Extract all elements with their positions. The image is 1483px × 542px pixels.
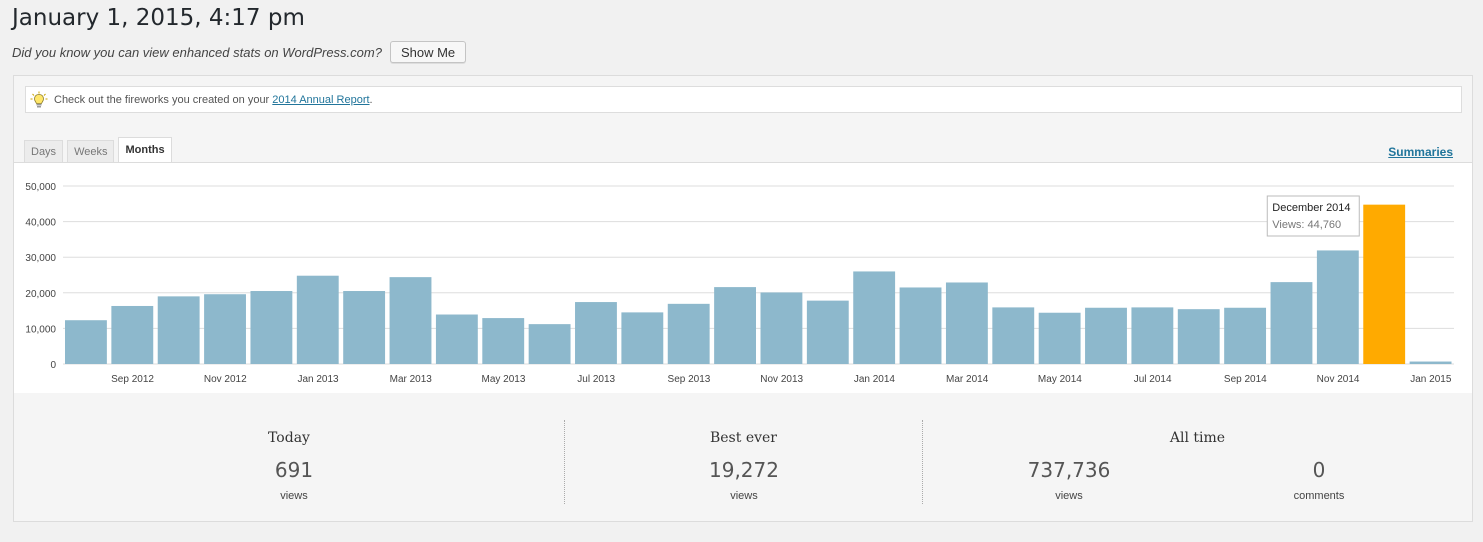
stat-best-ever-label: Best ever [709,430,777,446]
chart-bar [760,292,803,364]
stat-all-time: All time 737,736 views 0 comments [923,420,1472,504]
chart-bar [1316,250,1359,364]
tooltip-title: December 2014 [1272,202,1350,214]
y-tick-label: 50,000 [25,182,56,193]
stat-today-value: 691 [274,458,314,482]
stat-all-time-views-value: 737,736 [1027,458,1111,482]
chart-bar [528,324,571,364]
stat-all-time-label: All time [1169,430,1226,446]
chart-bar [621,312,664,364]
x-tick-label: Nov 2012 [204,374,247,385]
chart-bar [1409,361,1452,364]
x-tick-label: Jan 2013 [297,374,339,385]
x-tick-label: May 2014 [1038,374,1082,385]
x-tick-label: Jan 2015 [1410,374,1452,385]
chart-bar [667,303,710,364]
stat-best-ever-unit: views [730,490,758,502]
x-tick-label: May 2013 [482,374,526,385]
x-tick-label: Nov 2014 [1317,374,1360,385]
chart-bar [204,294,246,364]
stat-best-ever-value: 19,272 [709,458,779,482]
tooltip-value: Views: 44,760 [1272,219,1341,231]
chart-bar [992,307,1035,364]
x-tick-label: Jul 2014 [1134,374,1172,385]
lightbulb-icon [30,91,48,107]
x-tick-label: Mar 2014 [946,374,989,385]
stat-all-time-comments-cell: 0 comments [1219,458,1419,502]
stat-best-ever: Best ever 19,272 views [565,420,923,504]
stat-today-cell: 691 views [194,458,394,502]
y-tick-label: 0 [50,360,56,371]
views-bar-chart: 0 10,000 20,000 30,000 40,000 50,000 Sep 2012 N… [25,182,1454,385]
chart-bar [1224,307,1267,364]
chart-bar [343,291,386,364]
notice-text-end: . [369,93,373,106]
chart-bar [1085,307,1127,364]
stat-today: Today 691 views [14,420,565,504]
stat-all-time-comments-value: 0 [1312,458,1326,482]
chart-bar [806,300,849,364]
stats-summary: Today 691 views Best ever 19,272 views A… [14,412,1472,512]
x-tick-label: Mar 2013 [390,374,433,385]
y-tick-label: 10,000 [25,324,56,335]
chart-bar [1363,204,1406,364]
tab-days[interactable]: Days [24,140,64,162]
chart-bar [482,318,525,364]
promo-text: Did you know you can view enhanced stats… [12,44,382,60]
x-tick-label: Jan 2014 [854,374,896,385]
period-tabs: Days Weeks Months [24,137,172,162]
stats-panel: Check out the fireworks you created on y… [13,75,1473,522]
stat-all-time-comments-unit: comments [1293,490,1345,502]
chart-bar [389,277,432,364]
x-tick-label: Jul 2013 [577,374,615,385]
y-tick-label: 20,000 [25,289,56,300]
chart-bar [1270,282,1313,364]
x-tick-label: Sep 2014 [1224,374,1267,385]
chart-bar [250,291,293,364]
show-me-button[interactable]: Show Me [389,41,467,63]
x-tick-label: Sep 2013 [668,374,711,385]
chart-bar [899,287,942,364]
x-tick-label: Nov 2013 [760,374,803,385]
chart-bar [945,282,988,364]
x-tick-label: Sep 2012 [111,374,154,385]
views-chart-area: 0 10,000 20,000 30,000 40,000 50,000 Sep 2012 N… [14,162,1472,393]
y-tick-label: 40,000 [25,218,56,229]
notice-text: Check out the fireworks you created on y… [54,93,270,106]
page-title: January 1, 2015, 4:17 pm [12,5,305,31]
y-tick-label: 30,000 [25,253,56,264]
enhanced-stats-promo: Did you know you can view enhanced stats… [12,40,467,64]
chart-bar [296,275,339,364]
chart-bar [1131,307,1174,364]
summaries-link[interactable]: Summaries [1388,145,1453,159]
chart-bar [714,287,756,364]
stat-all-time-views-cell: 737,736 views [969,458,1169,502]
stat-all-time-views-unit: views [1055,490,1083,502]
chart-bar [65,320,107,364]
stat-today-label: Today [268,430,310,446]
chart-bar [1177,309,1220,364]
chart-bar [157,296,200,364]
stat-today-unit: views [280,490,308,502]
chart-bar [111,305,154,364]
tab-months[interactable]: Months [118,137,172,162]
chart-bar [435,314,478,364]
stat-best-ever-cell: 19,272 views [644,458,844,502]
annual-report-link[interactable]: 2014 Annual Report [272,94,369,106]
tab-weeks[interactable]: Weeks [67,140,115,162]
annual-report-notice: Check out the fireworks you created on y… [25,86,1462,113]
chart-bar [1038,312,1081,364]
chart-bar [575,302,617,364]
chart-bar [853,271,896,364]
